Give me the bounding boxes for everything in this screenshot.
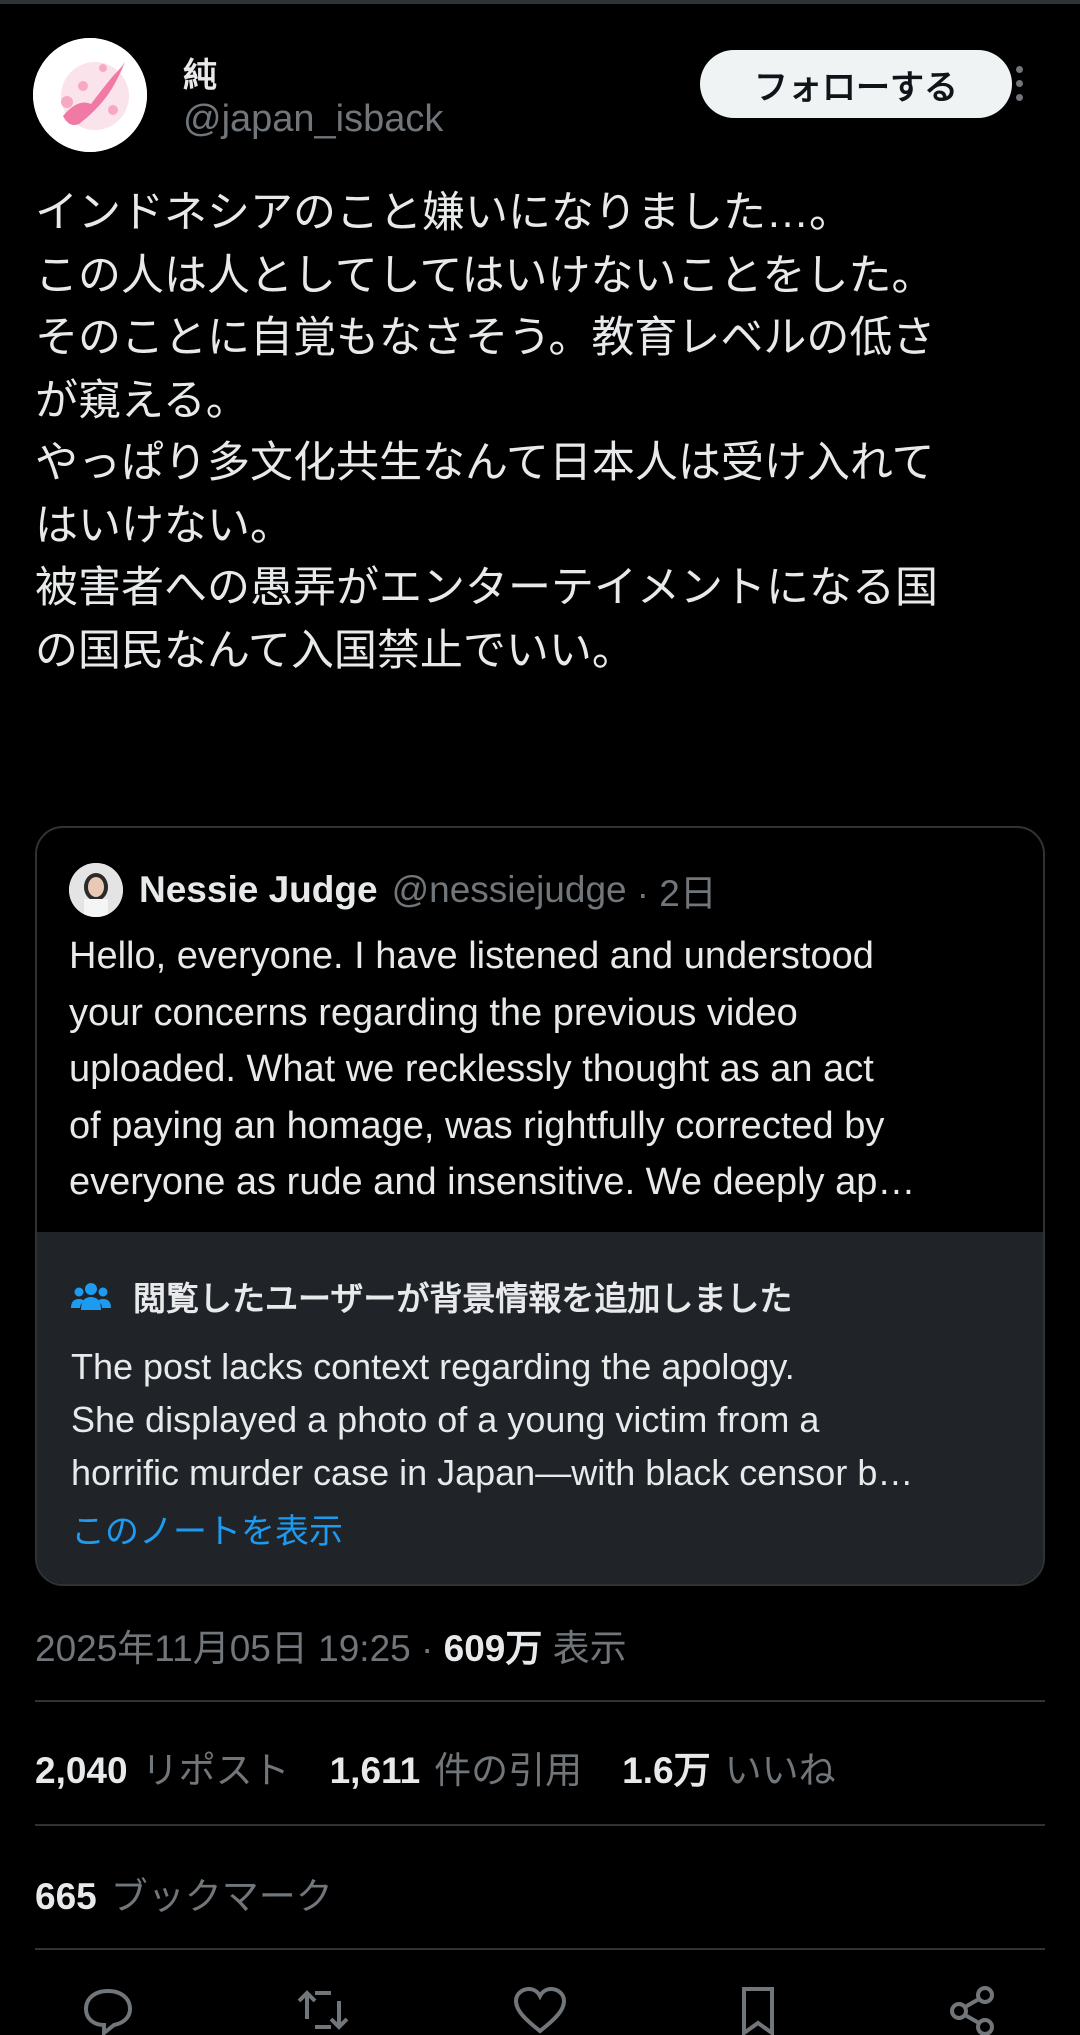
engagement-stats: 2,040 リポスト 1,611 件の引用 1.6万 いいね <box>35 1740 876 1794</box>
tweet-line: の国民なんて入国禁止でいい。 <box>35 626 635 675</box>
divider <box>35 1824 1045 1826</box>
like-count[interactable]: 1.6万 いいね <box>622 1740 835 1794</box>
quoted-header: Nessie Judge @nessiejudge · 2日 <box>69 862 717 918</box>
bookmark-icon[interactable] <box>730 1985 786 2035</box>
quoted-author-name: Nessie Judge <box>139 869 378 910</box>
repost-count[interactable]: 2,040 リポスト <box>35 1740 290 1794</box>
share-icon[interactable] <box>945 1985 1001 2035</box>
view-label: 表示 <box>542 1628 627 1669</box>
reply-icon[interactable] <box>80 1985 136 2035</box>
repost-icon[interactable] <box>295 1985 351 2035</box>
quoted-line: of paying an homage, was rightfully corr… <box>69 1104 885 1147</box>
community-note: 閲覧したユーザーが背景情報を追加しました The post lacks cont… <box>37 1232 1043 1584</box>
divider <box>35 1948 1045 1950</box>
post-meta: 2025年11月05日 19:25 · 609万 表示 <box>35 1618 627 1672</box>
note-line: horrific murder case in Japan—with black… <box>71 1452 914 1493</box>
divider <box>35 1700 1045 1702</box>
tweet-line: この人は人としてしてはいけないことをした。 <box>35 251 935 300</box>
tweet-header: 純 @japan_isback フォローする <box>33 38 1047 158</box>
quoted-avatar <box>69 863 123 917</box>
quoted-time: · 2日 <box>636 873 717 914</box>
quoted-text: Hello, everyone. I have listened and und… <box>69 928 1019 1211</box>
top-divider <box>0 0 1080 4</box>
note-header: 閲覧したユーザーが背景情報を追加しました <box>71 1272 792 1320</box>
quoted-line: your concerns regarding the previous vid… <box>69 991 798 1034</box>
more-options-icon[interactable] <box>1011 66 1027 106</box>
author-name[interactable]: 純 <box>183 48 217 97</box>
tweet-line: はいけない。 <box>35 501 293 550</box>
tweet-line: そのことに自覚もなさそう。教育レベルの低さ <box>35 314 936 362</box>
action-bar <box>0 1985 1080 2035</box>
note-line: The post lacks context regarding the apo… <box>71 1346 795 1387</box>
view-count: 609万 <box>443 1628 543 1669</box>
bookmark-count[interactable]: 665 ブックマーク <box>35 1866 333 1920</box>
follow-button[interactable]: フォローする <box>700 50 1012 118</box>
tweet-line: インドネシアのこと嫌いになりました…。 <box>35 189 852 237</box>
author-handle[interactable]: @japan_isback <box>183 98 443 141</box>
post-datetime[interactable]: 2025年11月05日 19:25 · <box>35 1628 444 1669</box>
note-line: She displayed a photo of a young victim … <box>71 1399 820 1440</box>
tweet-line: やっぱり多文化共生なんて日本人は受け入れて <box>35 439 935 487</box>
tweet-line: が窺える。 <box>35 376 249 425</box>
tweet-line: 被害者への愚弄がエンターテイメントになる国 <box>35 564 938 612</box>
quoted-author-handle: @nessiejudge <box>391 869 627 910</box>
like-icon[interactable] <box>512 1985 568 2035</box>
avatar[interactable] <box>33 38 147 152</box>
quoted-line: everyone as rude and insensitive. We dee… <box>69 1161 916 1203</box>
note-title: 閲覧したユーザーが背景情報を追加しました <box>133 1280 793 1317</box>
quoted-post[interactable]: Nessie Judge @nessiejudge · 2日 Hello, ev… <box>35 826 1045 1586</box>
people-icon <box>71 1283 111 1310</box>
tweet-body: インドネシアのこと嫌いになりました…。この人は人としてしてはいけないことをした。… <box>35 182 1045 682</box>
quoted-line: Hello, everyone. I have listened and und… <box>69 935 874 977</box>
quoted-line: uploaded. What we recklessly thought as … <box>69 1048 874 1090</box>
quote-count[interactable]: 1,611 件の引用 <box>330 1740 583 1794</box>
note-text: The post lacks context regarding the apo… <box>71 1340 1011 1499</box>
show-note-link[interactable]: このノートを表示 <box>71 1504 343 1553</box>
